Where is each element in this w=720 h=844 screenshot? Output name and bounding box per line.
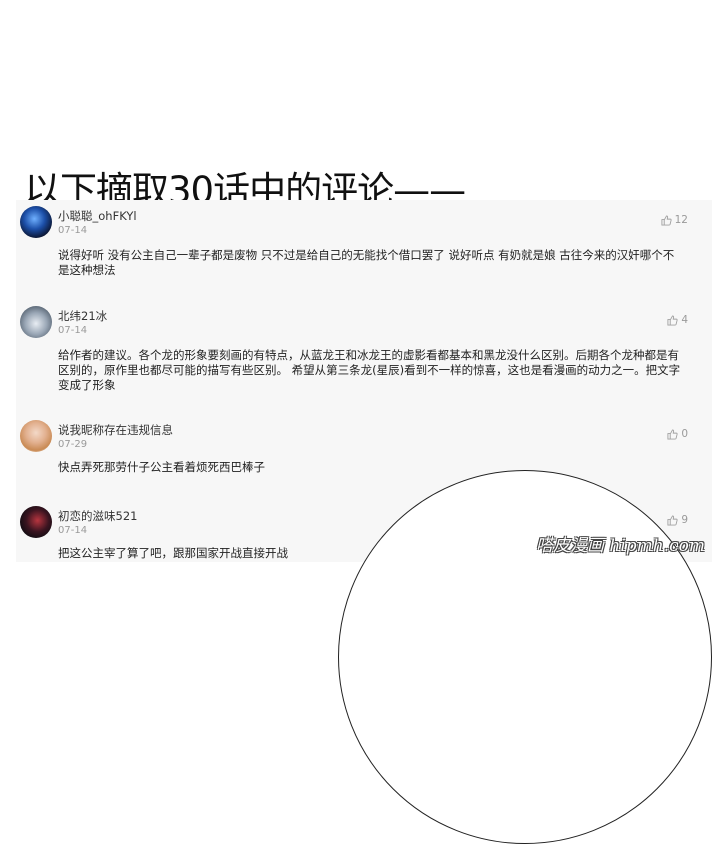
- comment-date: 07-14: [58, 525, 88, 536]
- speech-bubble-outline: [338, 470, 712, 844]
- avatar[interactable]: [20, 506, 52, 538]
- username[interactable]: 北纬21冰: [58, 308, 107, 324]
- like-count: 12: [674, 214, 688, 226]
- like-count: 0: [681, 428, 688, 440]
- like-button[interactable]: 12: [661, 214, 688, 226]
- thumbs-up-icon: [667, 514, 678, 526]
- watermark: 嗒皮漫画 hipmh.com: [536, 536, 706, 556]
- username[interactable]: 说我昵称存在违规信息: [58, 422, 173, 438]
- thumbs-up-icon: [667, 314, 678, 326]
- avatar[interactable]: [20, 420, 52, 452]
- like-button[interactable]: 0: [667, 428, 688, 440]
- thumbs-up-icon: [667, 428, 678, 440]
- thumbs-up-icon: [661, 214, 672, 226]
- comment-date: 07-14: [58, 325, 88, 336]
- like-count: 9: [681, 514, 688, 526]
- username[interactable]: 小聪聪_ohFKYl: [58, 208, 137, 224]
- comment-date: 07-29: [58, 439, 88, 450]
- comment-date: 07-14: [58, 225, 88, 236]
- avatar[interactable]: [20, 206, 52, 238]
- username[interactable]: 初恋的滋味521: [58, 508, 137, 524]
- like-count: 4: [681, 314, 688, 326]
- comment-text: 给作者的建议。各个龙的形象要刻画的有特点，从蓝龙王和冰龙王的虚影看都基本和黑龙没…: [58, 348, 681, 392]
- like-button[interactable]: 9: [667, 514, 688, 526]
- like-button[interactable]: 4: [667, 314, 688, 326]
- comment-text: 快点弄死那劳什子公主看着烦死西巴棒子: [58, 460, 265, 474]
- avatar[interactable]: [20, 306, 52, 338]
- comment-text: 说得好听 没有公主自己一辈子都是废物 只不过是给自己的无能找个借口罢了 说好听点…: [58, 248, 675, 277]
